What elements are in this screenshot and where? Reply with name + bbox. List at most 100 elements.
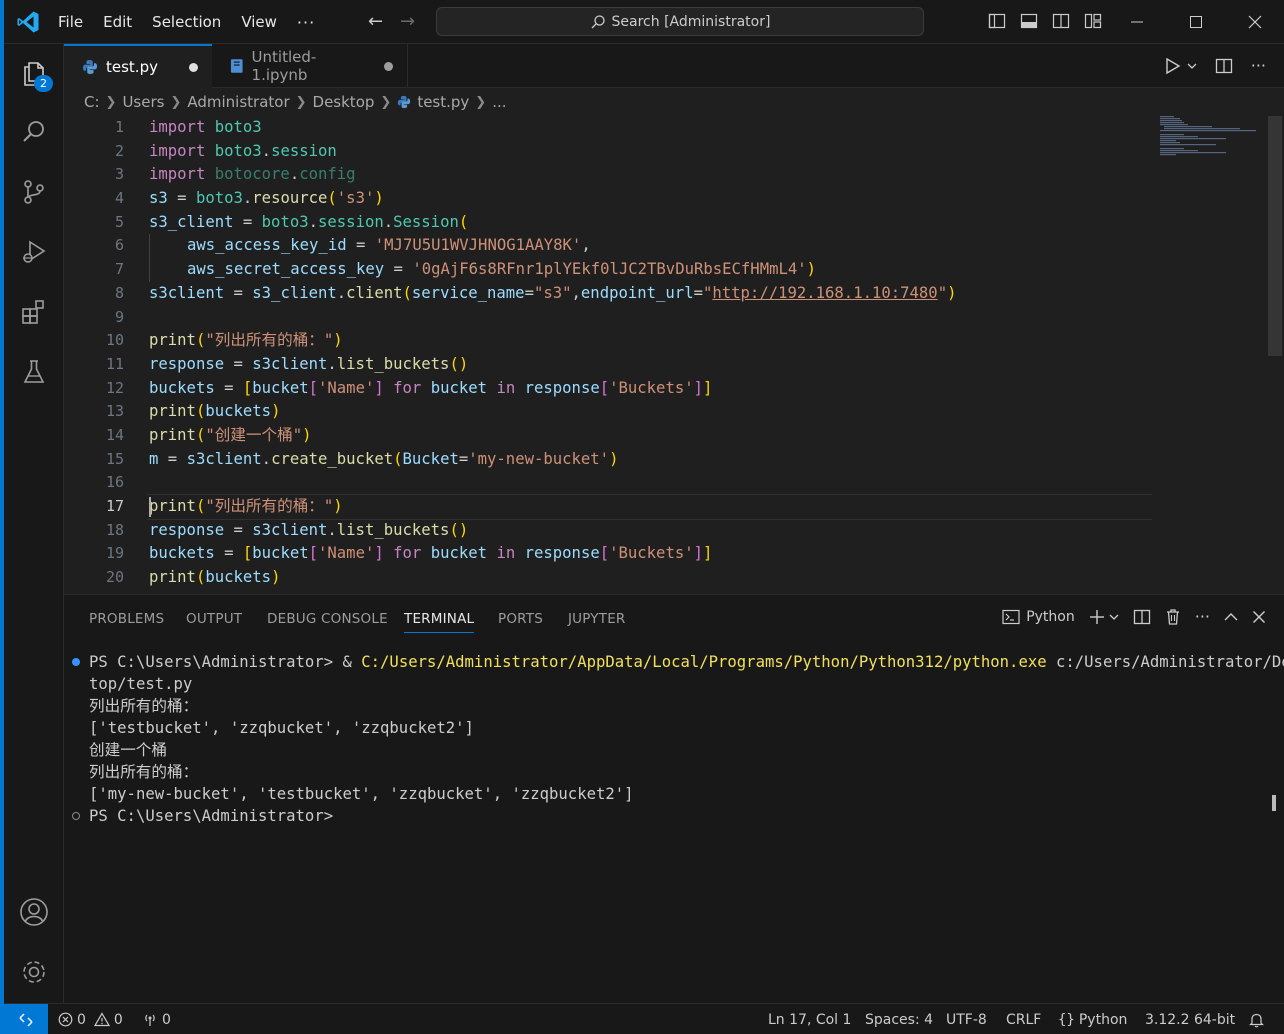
trash-icon[interactable] bbox=[1165, 608, 1181, 626]
toggle-panel-icon[interactable] bbox=[1020, 12, 1038, 30]
unsaved-dot-icon[interactable] bbox=[384, 61, 393, 71]
code-token: buckets bbox=[205, 568, 272, 587]
toggle-secondary-sidebar-icon[interactable] bbox=[1052, 12, 1070, 30]
command-success-dot-icon[interactable] bbox=[72, 658, 80, 666]
editor-scrollbar[interactable] bbox=[1268, 116, 1282, 356]
code-token: = bbox=[524, 283, 534, 302]
close-window-button[interactable] bbox=[1226, 0, 1284, 44]
menu-file[interactable]: File bbox=[48, 13, 93, 31]
ports-indicator[interactable]: 0 bbox=[142, 1004, 171, 1034]
tab-ports[interactable]: PORTS bbox=[498, 611, 543, 627]
code-line[interactable]: response = s3client.list_buckets() bbox=[149, 519, 1169, 543]
code-token: botocore bbox=[214, 165, 290, 184]
tab-problems[interactable]: PROBLEMS bbox=[89, 611, 164, 627]
tab-untitled-ipynb[interactable]: Untitled-1.ipynb bbox=[212, 44, 408, 88]
terminal-scrollbar[interactable] bbox=[1272, 795, 1276, 811]
code-token: bucket bbox=[252, 378, 309, 397]
code-line[interactable]: import boto3.session bbox=[149, 140, 1169, 164]
breadcrumb-file[interactable]: test.py bbox=[417, 93, 469, 111]
code-line[interactable]: s3 = boto3.resource('s3') bbox=[149, 187, 1169, 211]
chevron-down-icon bbox=[1109, 614, 1119, 620]
remote-indicator[interactable] bbox=[4, 1004, 48, 1034]
minimap[interactable] bbox=[1160, 116, 1270, 156]
code-token: ] bbox=[703, 544, 713, 563]
code-line[interactable]: aws_access_key_id = 'MJ7U5U1WVJHNOG1AAY8… bbox=[149, 234, 1169, 259]
tab-test-py[interactable]: test.py bbox=[64, 44, 212, 88]
code-line[interactable]: aws_secret_access_key = '0gAjF6s8RFnr1pl… bbox=[149, 258, 1169, 282]
split-editor-icon[interactable] bbox=[1215, 57, 1233, 75]
code-line[interactable] bbox=[149, 471, 1169, 495]
back-arrow-icon[interactable]: ← bbox=[368, 11, 383, 32]
manage-button[interactable] bbox=[18, 956, 50, 988]
menu-view[interactable]: View bbox=[231, 13, 287, 31]
testing-button[interactable] bbox=[18, 356, 50, 388]
code-line[interactable]: import botocore.config bbox=[149, 163, 1169, 187]
tab-terminal[interactable]: TERMINAL bbox=[404, 611, 475, 633]
code-line[interactable]: s3_client = boto3.session.Session( bbox=[149, 211, 1169, 235]
tab-output[interactable]: OUTPUT bbox=[186, 611, 242, 627]
code-token: = bbox=[224, 283, 253, 302]
python-interpreter[interactable]: 3.12.2 64-bit bbox=[1145, 1004, 1235, 1034]
code-token: ( bbox=[393, 449, 403, 468]
code-line[interactable]: print("创建一个桶") bbox=[149, 424, 1169, 448]
code-line[interactable]: print(buckets) bbox=[149, 400, 1169, 424]
split-terminal-icon[interactable] bbox=[1133, 608, 1151, 626]
code-line[interactable]: buckets = [bucket['Name'] for bucket in … bbox=[149, 542, 1169, 566]
indentation-setting[interactable]: Spaces: 4 bbox=[865, 1004, 933, 1034]
eol-setting[interactable]: CRLF bbox=[1006, 1004, 1041, 1034]
unsaved-dot-icon[interactable] bbox=[189, 62, 198, 72]
menu-selection[interactable]: Selection bbox=[142, 13, 231, 31]
chevron-up-icon[interactable] bbox=[1224, 612, 1238, 622]
search-view-button[interactable] bbox=[18, 116, 50, 148]
breadcrumb-symbols[interactable]: ... bbox=[492, 93, 506, 111]
run-python-file-button[interactable] bbox=[1165, 57, 1197, 75]
breadcrumb-drive[interactable]: C: bbox=[84, 93, 100, 111]
code-line[interactable]: import boto3 bbox=[149, 116, 1169, 140]
language-mode[interactable]: {} Python bbox=[1058, 1004, 1127, 1034]
cursor-position[interactable]: Ln 17, Col 1 bbox=[768, 1004, 851, 1034]
problems-indicator[interactable]: 0 0 bbox=[58, 1004, 123, 1034]
code-line[interactable]: print(buckets) bbox=[149, 566, 1169, 590]
code-line[interactable]: buckets = [bucket['Name'] for bucket in … bbox=[149, 377, 1169, 401]
tab-jupyter[interactable]: JUPYTER bbox=[568, 611, 626, 627]
code-line[interactable]: m = s3client.create_bucket(Bucket='my-ne… bbox=[149, 448, 1169, 472]
status-bar: 0 0 0 Ln 17, Col 1 Spaces: 4 UTF-8 CRLF … bbox=[4, 1003, 1284, 1034]
breadcrumb-desktop[interactable]: Desktop bbox=[313, 93, 375, 111]
code-lines[interactable]: import boto3 import boto3.session import b… bbox=[147, 116, 1169, 590]
source-control-button[interactable] bbox=[18, 176, 50, 208]
breadcrumb-users[interactable]: Users bbox=[122, 93, 164, 111]
code-line[interactable]: print("列出所有的桶：") bbox=[147, 494, 1169, 520]
command-search-box[interactable]: Search [Administrator] bbox=[436, 7, 924, 36]
notifications-button[interactable] bbox=[1249, 1004, 1264, 1034]
forward-arrow-icon[interactable]: → bbox=[400, 11, 415, 32]
code-line[interactable] bbox=[149, 306, 1169, 330]
code-token: resource bbox=[252, 189, 328, 208]
menu-more[interactable]: ··· bbox=[287, 13, 325, 32]
code-editor[interactable]: 1 2 3 4 5 6 7 8 9 10 11 12 13 14 15 16 17 18 19 20 import b… bbox=[64, 116, 1284, 594]
minimize-button[interactable] bbox=[1108, 0, 1166, 44]
more-actions-icon[interactable]: ··· bbox=[1195, 607, 1210, 626]
terminal-profile-selector[interactable]: Python bbox=[1002, 609, 1075, 625]
new-terminal-button[interactable] bbox=[1089, 609, 1119, 625]
toggle-primary-sidebar-icon[interactable] bbox=[988, 12, 1006, 30]
close-icon[interactable] bbox=[1252, 610, 1266, 624]
menu-edit[interactable]: Edit bbox=[93, 13, 142, 31]
code-line[interactable]: response = s3client.list_buckets() bbox=[149, 353, 1169, 377]
accounts-button[interactable] bbox=[18, 896, 50, 928]
run-debug-button[interactable] bbox=[18, 236, 50, 268]
code-token: ( bbox=[327, 189, 337, 208]
command-pending-dot-icon[interactable] bbox=[72, 812, 80, 820]
tab-debug-console[interactable]: DEBUG CONSOLE bbox=[267, 611, 388, 627]
breadcrumb-administrator[interactable]: Administrator bbox=[187, 93, 289, 111]
extensions-button[interactable] bbox=[18, 296, 50, 328]
customize-layout-icon[interactable] bbox=[1084, 12, 1102, 30]
maximize-button[interactable] bbox=[1167, 0, 1225, 44]
terminal-output[interactable]: PS C:\Users\Administrator> & C:/Users/Ad… bbox=[72, 651, 1284, 827]
code-line[interactable]: print("列出所有的桶：") bbox=[149, 329, 1169, 353]
more-actions-icon[interactable]: ··· bbox=[1251, 56, 1266, 75]
code-line[interactable]: s3client = s3_client.client(service_name… bbox=[149, 282, 1169, 306]
code-token: ) bbox=[374, 189, 384, 208]
code-token: . bbox=[383, 212, 394, 231]
encoding-setting[interactable]: UTF-8 bbox=[946, 1004, 987, 1034]
